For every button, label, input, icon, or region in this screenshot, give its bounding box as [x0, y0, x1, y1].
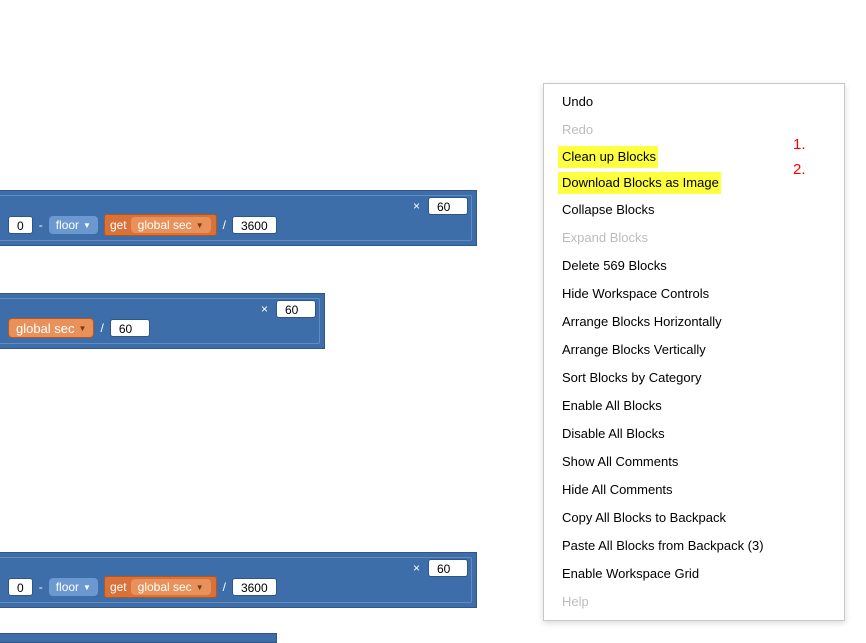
menu-disable-all[interactable]: Disable All Blocks	[544, 420, 844, 448]
block-row-1[interactable]: × 60 0 - floor ▼ get global sec ▼ / 3600	[0, 190, 477, 248]
multiply-group: × 60	[413, 557, 468, 579]
chevron-down-icon: ▼	[196, 221, 204, 230]
menu-enable-all[interactable]: Enable All Blocks	[544, 392, 844, 420]
operator-minus: -	[39, 218, 43, 232]
menu-delete[interactable]: Delete 569 Blocks	[544, 252, 844, 280]
num-input-60b[interactable]: 60	[110, 319, 150, 337]
operator-multiply: ×	[413, 199, 420, 213]
floor-dropdown[interactable]: floor ▼	[49, 216, 98, 234]
num-input-left[interactable]: 0	[8, 578, 33, 596]
get-label: get	[110, 580, 127, 594]
annotation-2: 2.	[793, 161, 806, 178]
menu-sort-category[interactable]: Sort Blocks by Category	[544, 364, 844, 392]
block-row-4[interactable]	[0, 633, 277, 643]
menu-help: Help	[544, 588, 844, 616]
variable-dropdown[interactable]: global sec ▼	[8, 318, 94, 338]
menu-show-comments[interactable]: Show All Comments	[544, 448, 844, 476]
operator-multiply: ×	[261, 302, 268, 316]
num-input-3600[interactable]: 3600	[232, 216, 277, 234]
multiply-group: × 60	[413, 195, 468, 217]
floor-dropdown[interactable]: floor ▼	[49, 578, 98, 596]
variable-label: global sec	[16, 321, 75, 336]
menu-cleanup-label: Clean up Blocks	[558, 146, 658, 168]
num-input-60[interactable]: 60	[428, 559, 468, 577]
variable-label: global sec	[138, 218, 192, 232]
menu-arrange-horizontal[interactable]: Arrange Blocks Horizontally	[544, 308, 844, 336]
menu-hide-comments[interactable]: Hide All Comments	[544, 476, 844, 504]
block-row-2[interactable]: × 60 global sec ▼ / 60	[0, 293, 325, 351]
get-label: get	[110, 218, 127, 232]
menu-hide-controls[interactable]: Hide Workspace Controls	[544, 280, 844, 308]
get-block[interactable]: get global sec ▼	[104, 576, 217, 598]
num-input-60[interactable]: 60	[276, 300, 316, 318]
operator-divide: /	[223, 580, 226, 594]
operator-multiply: ×	[413, 561, 420, 575]
chevron-down-icon: ▼	[83, 583, 91, 592]
num-input-3600[interactable]: 3600	[232, 578, 277, 596]
menu-undo[interactable]: Undo	[544, 88, 844, 116]
floor-label: floor	[56, 580, 79, 594]
menu-expand: Expand Blocks	[544, 224, 844, 252]
operator-divide: /	[223, 218, 226, 232]
variable-dropdown[interactable]: global sec ▼	[131, 217, 211, 233]
variable-dropdown[interactable]: global sec ▼	[131, 579, 211, 595]
floor-label: floor	[56, 218, 79, 232]
num-input-left[interactable]: 0	[8, 216, 33, 234]
num-input-60[interactable]: 60	[428, 197, 468, 215]
menu-collapse[interactable]: Collapse Blocks	[544, 196, 844, 224]
block-row-3[interactable]: × 60 0 - floor ▼ get global sec ▼ / 3600	[0, 552, 477, 610]
chevron-down-icon: ▼	[83, 221, 91, 230]
variable-label: global sec	[138, 580, 192, 594]
menu-paste-backpack[interactable]: Paste All Blocks from Backpack (3)	[544, 532, 844, 560]
menu-arrange-vertical[interactable]: Arrange Blocks Vertically	[544, 336, 844, 364]
multiply-group: × 60	[261, 298, 316, 320]
menu-copy-backpack[interactable]: Copy All Blocks to Backpack	[544, 504, 844, 532]
menu-enable-grid[interactable]: Enable Workspace Grid	[544, 560, 844, 588]
chevron-down-icon: ▼	[196, 583, 204, 592]
get-block[interactable]: get global sec ▼	[104, 214, 217, 236]
operator-divide: /	[100, 321, 103, 335]
chevron-down-icon: ▼	[79, 324, 87, 333]
menu-download-label: Download Blocks as Image	[558, 172, 721, 194]
annotation-1: 1.	[793, 136, 806, 153]
operator-minus: -	[39, 580, 43, 594]
